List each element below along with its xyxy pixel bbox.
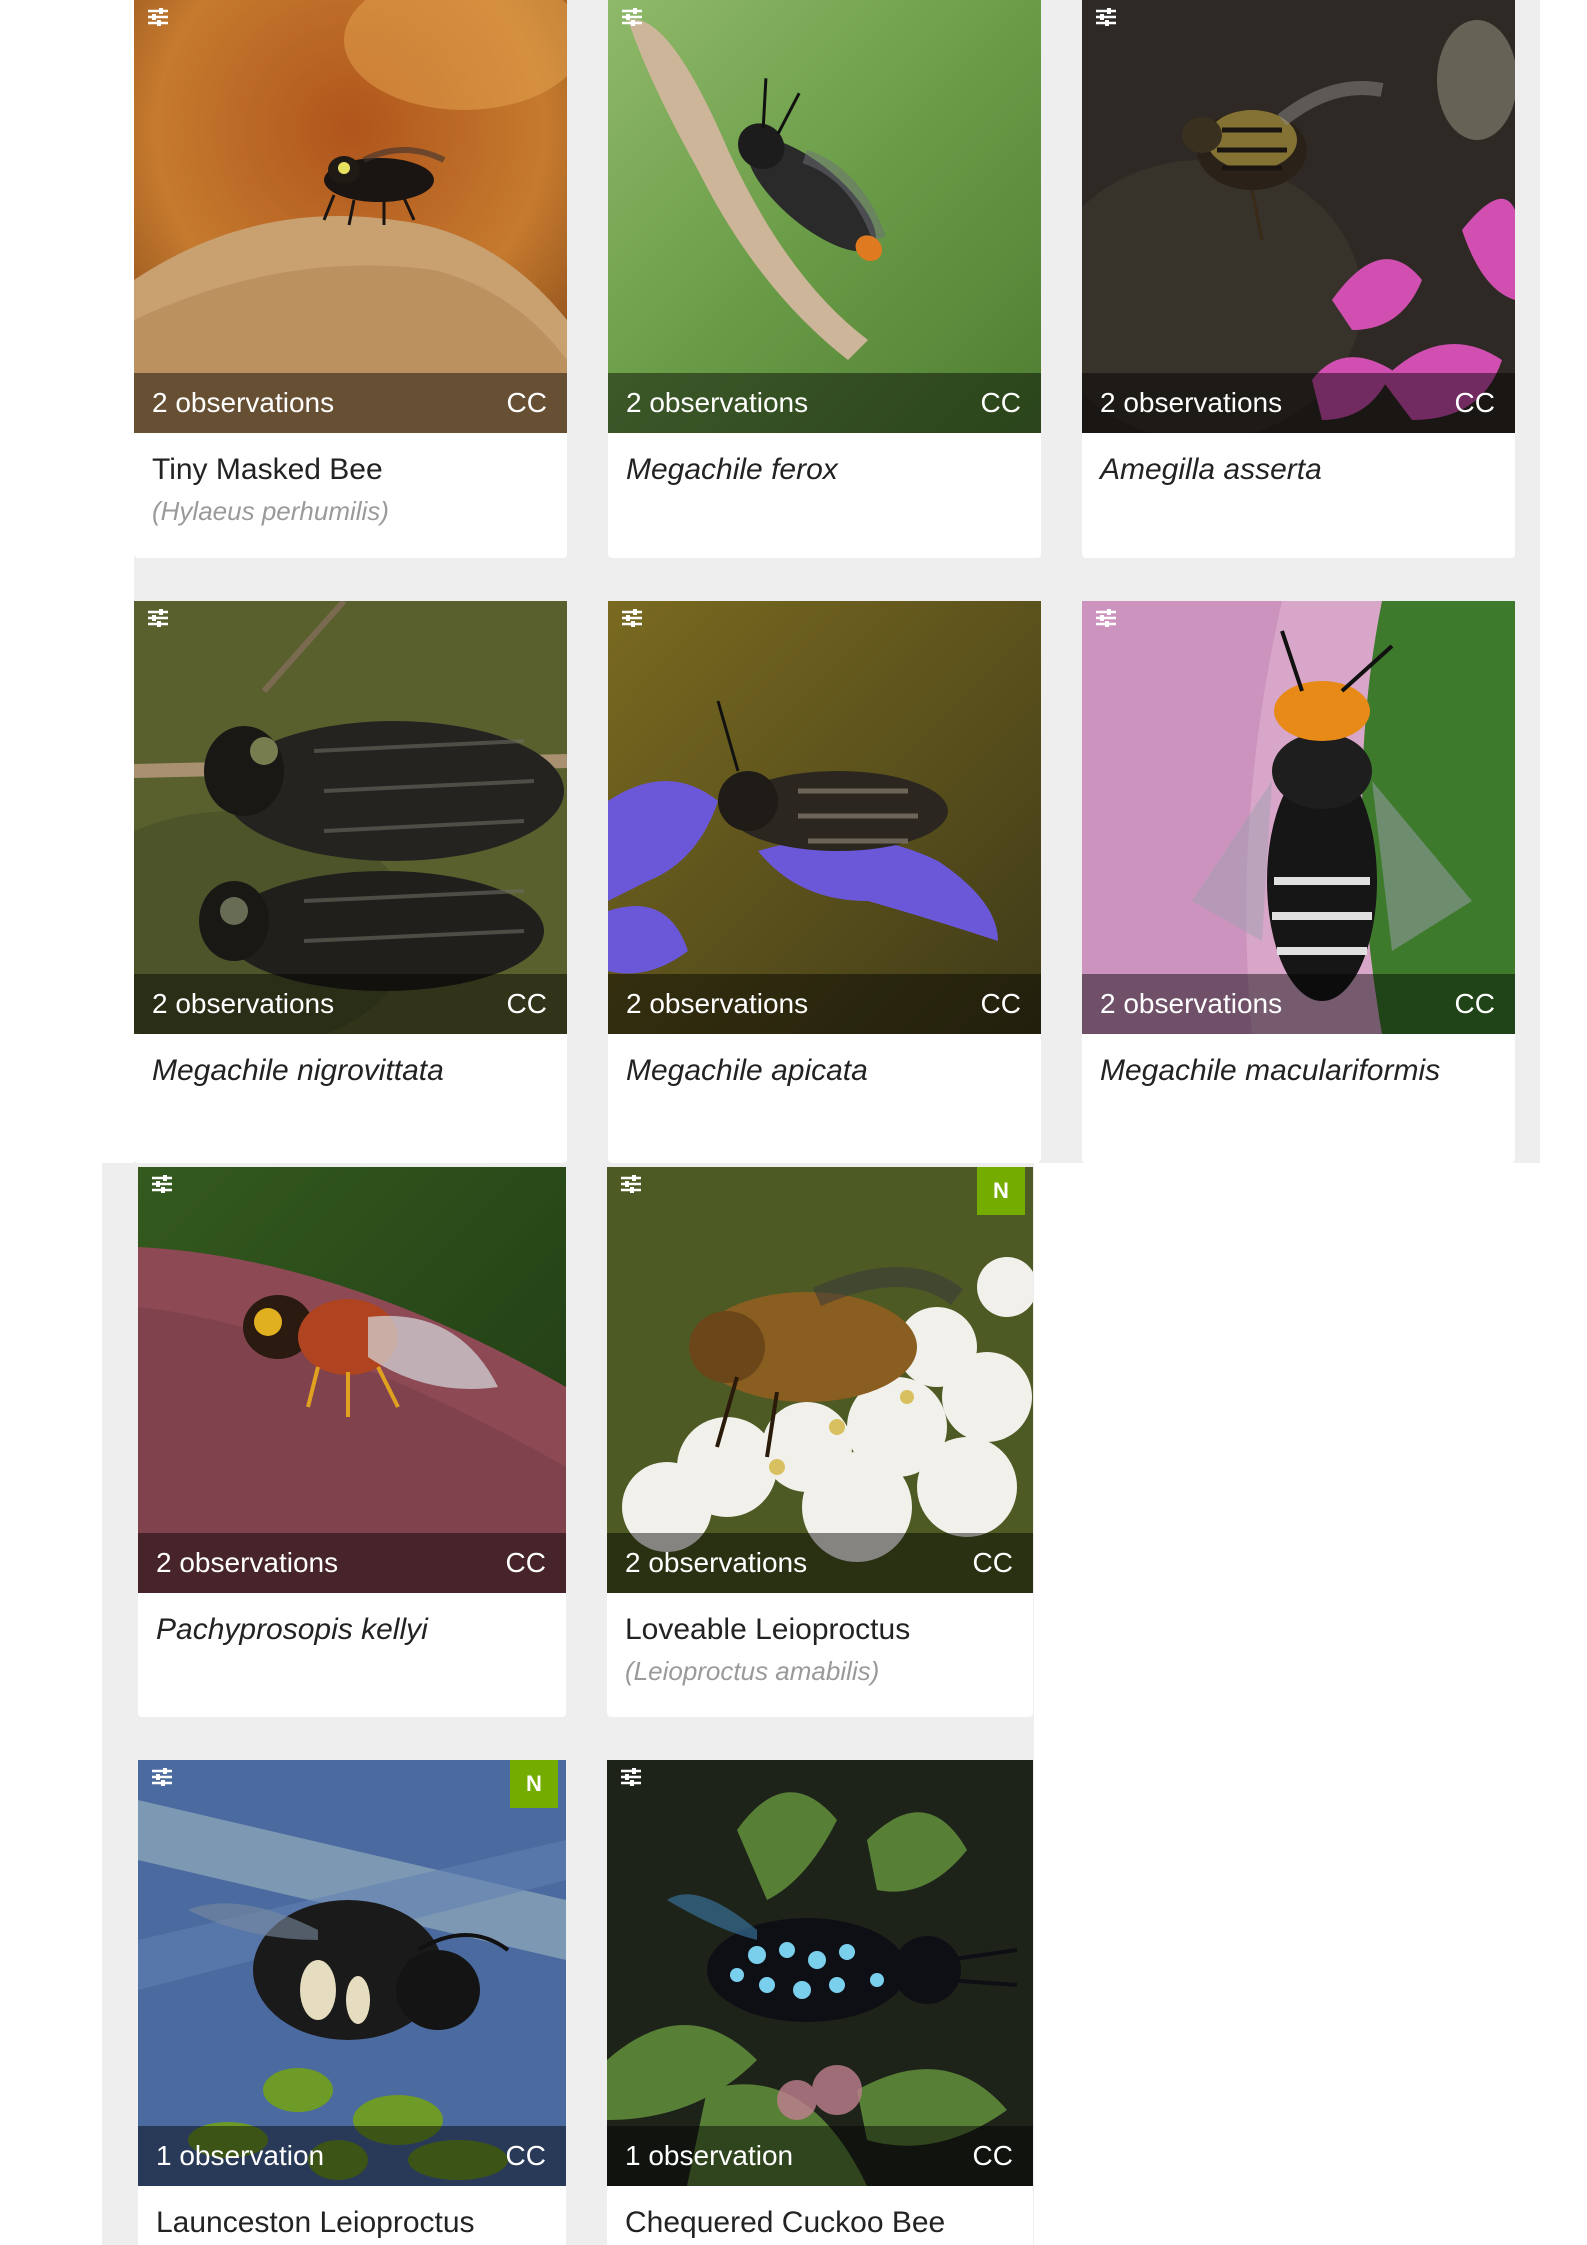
observation-count[interactable]: 2 observations [626,974,808,1034]
observation-count[interactable]: 2 observations [156,1533,338,1593]
photo-art [607,1167,1033,1593]
photo-caption-bar: 2 observations CC [607,1533,1033,1593]
taxon-names: Megachile apicata [608,1034,1041,1090]
photo-art [138,1760,566,2186]
taxon-card[interactable]: 2 observations CC Tiny Masked Bee (Hylae… [134,0,567,558]
photo-caption-bar: 2 observations CC [138,1533,566,1593]
taxon-names: Chequered Cuckoo Bee [607,2186,1033,2242]
scientific-name: (Hylaeus perhumilis) [152,496,389,526]
observation-count[interactable]: 2 observations [1100,373,1282,433]
taxon-photo[interactable]: 2 observations CC [608,0,1041,433]
photo-art [1082,0,1515,433]
taxon-card[interactable]: 2 observations CC Megachile apicata [608,601,1041,1163]
taxon-card[interactable]: N 2 observations CC Loveable Leioproctus… [607,1167,1033,1717]
photo-art [608,601,1041,1034]
license-label: CC [980,988,1021,1019]
taxon-names: Megachile nigrovittata [134,1034,567,1090]
sliders-icon[interactable] [619,1173,643,1195]
common-name[interactable]: Chequered Cuckoo Bee [625,2204,1015,2242]
taxon-photo[interactable]: 2 observations CC [134,601,567,1034]
observation-count[interactable]: 1 observation [625,2126,793,2186]
taxon-card[interactable]: 1 observation CC Chequered Cuckoo Bee [607,1760,1033,2245]
sliders-icon[interactable] [150,1173,174,1195]
native-badge: N [977,1167,1025,1215]
photo-caption-bar: 2 observations CC [608,974,1041,1034]
common-name[interactable]: Loveable Leioproctus [625,1611,1015,1649]
license-label: CC [972,2140,1013,2171]
taxon-card[interactable]: 2 observations CC Megachile ferox [608,0,1041,558]
taxon-names: Tiny Masked Bee (Hylaeus perhumilis) [134,433,567,529]
common-name[interactable]: Launceston Leioproctus [156,2204,548,2242]
photo-caption-bar: 2 observations CC [1082,974,1515,1034]
observation-count[interactable]: 2 observations [1100,974,1282,1034]
license-label: CC [980,387,1021,418]
sliders-icon[interactable] [620,6,644,28]
taxon-photo[interactable]: 2 observations CC [1082,601,1515,1034]
license-label: CC [505,1547,546,1578]
taxon-photo[interactable]: 2 observations CC [134,0,567,433]
sliders-icon[interactable] [1094,6,1118,28]
photo-art [1082,601,1515,1034]
taxon-names: Megachile maculariformis [1082,1034,1515,1090]
taxon-card[interactable]: 2 observations CC Megachile maculariform… [1082,601,1515,1163]
license-label: CC [972,1547,1013,1578]
photo-art [138,1167,566,1593]
taxon-card[interactable]: 2 observations CC Megachile nigrovittata [134,601,567,1163]
common-name[interactable]: Tiny Masked Bee [152,451,549,489]
taxon-names: Pachyprosopis kellyi [138,1593,566,1649]
photo-art [134,0,567,433]
scientific-name[interactable]: Megachile nigrovittata [152,1052,549,1090]
taxon-photo[interactable]: N 1 observation CC [138,1760,566,2186]
sliders-icon[interactable] [146,607,170,629]
taxon-names: Launceston Leioproctus [138,2186,566,2242]
scientific-name[interactable]: Megachile apicata [626,1052,1023,1090]
taxon-photo[interactable]: 2 observations CC [608,601,1041,1034]
native-badge: N [510,1760,558,1808]
license-label: CC [1454,988,1495,1019]
license-label: CC [1454,387,1495,418]
photo-caption-bar: 2 observations CC [134,373,567,433]
taxon-photo[interactable]: 1 observation CC [607,1760,1033,2186]
photo-caption-bar: 2 observations CC [134,974,567,1034]
taxon-card[interactable]: 2 observations CC Pachyprosopis kellyi [138,1167,566,1717]
photo-art [607,1760,1033,2186]
scientific-name[interactable]: Megachile ferox [626,451,1023,489]
taxon-card[interactable]: N 1 observation CC Launceston Leioproctu… [138,1760,566,2245]
license-label: CC [506,387,547,418]
observation-count[interactable]: 1 observation [156,2126,324,2186]
taxon-names: Amegilla asserta [1082,433,1515,489]
taxon-photo[interactable]: 2 observations CC [1082,0,1515,433]
observation-count[interactable]: 2 observations [625,1533,807,1593]
scientific-name[interactable]: Megachile maculariformis [1100,1052,1497,1090]
observation-count[interactable]: 2 observations [626,373,808,433]
taxon-names: Loveable Leioproctus (Leioproctus amabil… [607,1593,1033,1689]
sliders-icon[interactable] [1094,607,1118,629]
photo-caption-bar: 1 observation CC [138,2126,566,2186]
sliders-icon[interactable] [620,607,644,629]
taxon-names: Megachile ferox [608,433,1041,489]
taxon-photo[interactable]: N 2 observations CC [607,1167,1033,1593]
photo-art [134,601,567,1034]
observation-count[interactable]: 2 observations [152,974,334,1034]
observation-count[interactable]: 2 observations [152,373,334,433]
scientific-name: (Leioproctus amabilis) [625,1656,880,1686]
scientific-name[interactable]: Amegilla asserta [1100,451,1497,489]
gutter-top-left [0,0,134,1160]
license-label: CC [506,988,547,1019]
sliders-icon[interactable] [146,6,170,28]
photo-art [608,0,1041,433]
photo-caption-bar: 1 observation CC [607,2126,1033,2186]
sliders-icon[interactable] [619,1766,643,1788]
license-label: CC [505,2140,546,2171]
photo-caption-bar: 2 observations CC [608,373,1041,433]
photo-caption-bar: 2 observations CC [1082,373,1515,433]
sliders-icon[interactable] [150,1766,174,1788]
scientific-name[interactable]: Pachyprosopis kellyi [156,1611,548,1649]
taxon-photo[interactable]: 2 observations CC [138,1167,566,1593]
taxon-card[interactable]: 2 observations CC Amegilla asserta [1082,0,1515,558]
